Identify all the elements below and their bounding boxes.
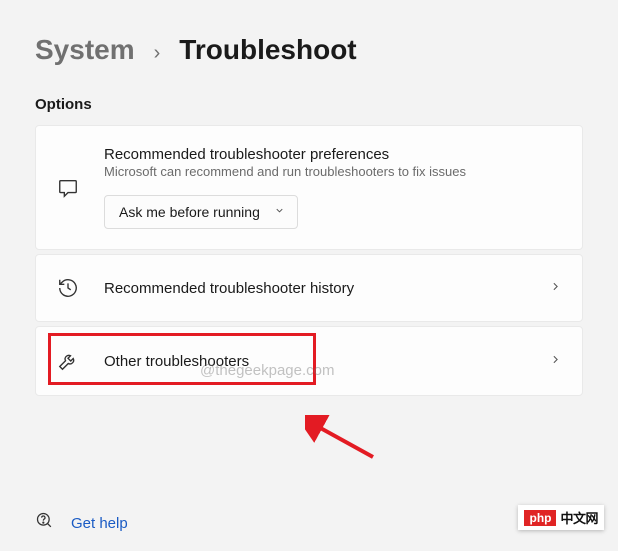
footer: Get help (35, 511, 128, 536)
watermark-badge: php 中文网 (518, 505, 604, 530)
breadcrumb-current: Troubleshoot (179, 34, 356, 66)
prefs-title: Recommended troubleshooter preferences (104, 146, 562, 163)
breadcrumb-separator-icon: › (154, 42, 161, 65)
prefs-dropdown-value: Ask me before running (119, 204, 260, 220)
history-icon (56, 276, 80, 300)
badge-cn: 中文网 (560, 508, 598, 527)
breadcrumb-parent[interactable]: System (35, 34, 135, 66)
chevron-right-icon (549, 280, 562, 296)
other-title: Other troubleshooters (104, 353, 535, 370)
card-history[interactable]: Recommended troubleshooter history (35, 254, 583, 322)
history-title: Recommended troubleshooter history (104, 280, 535, 297)
prefs-subtitle: Microsoft can recommend and run troubles… (104, 164, 562, 179)
help-icon (35, 511, 55, 536)
card-other-troubleshooters[interactable]: Other troubleshooters (35, 326, 583, 396)
get-help-link[interactable]: Get help (71, 515, 128, 532)
chevron-right-icon (549, 353, 562, 369)
prefs-dropdown[interactable]: Ask me before running (104, 195, 298, 229)
breadcrumb: System › Troubleshoot (35, 34, 583, 66)
chevron-down-icon (274, 205, 285, 219)
wrench-icon (56, 349, 80, 373)
badge-php: php (524, 510, 556, 526)
speech-bubble-icon (56, 176, 80, 200)
card-preferences: Recommended troubleshooter preferences M… (35, 125, 583, 250)
arrow-annotation (305, 415, 385, 465)
section-label: Options (35, 96, 583, 113)
